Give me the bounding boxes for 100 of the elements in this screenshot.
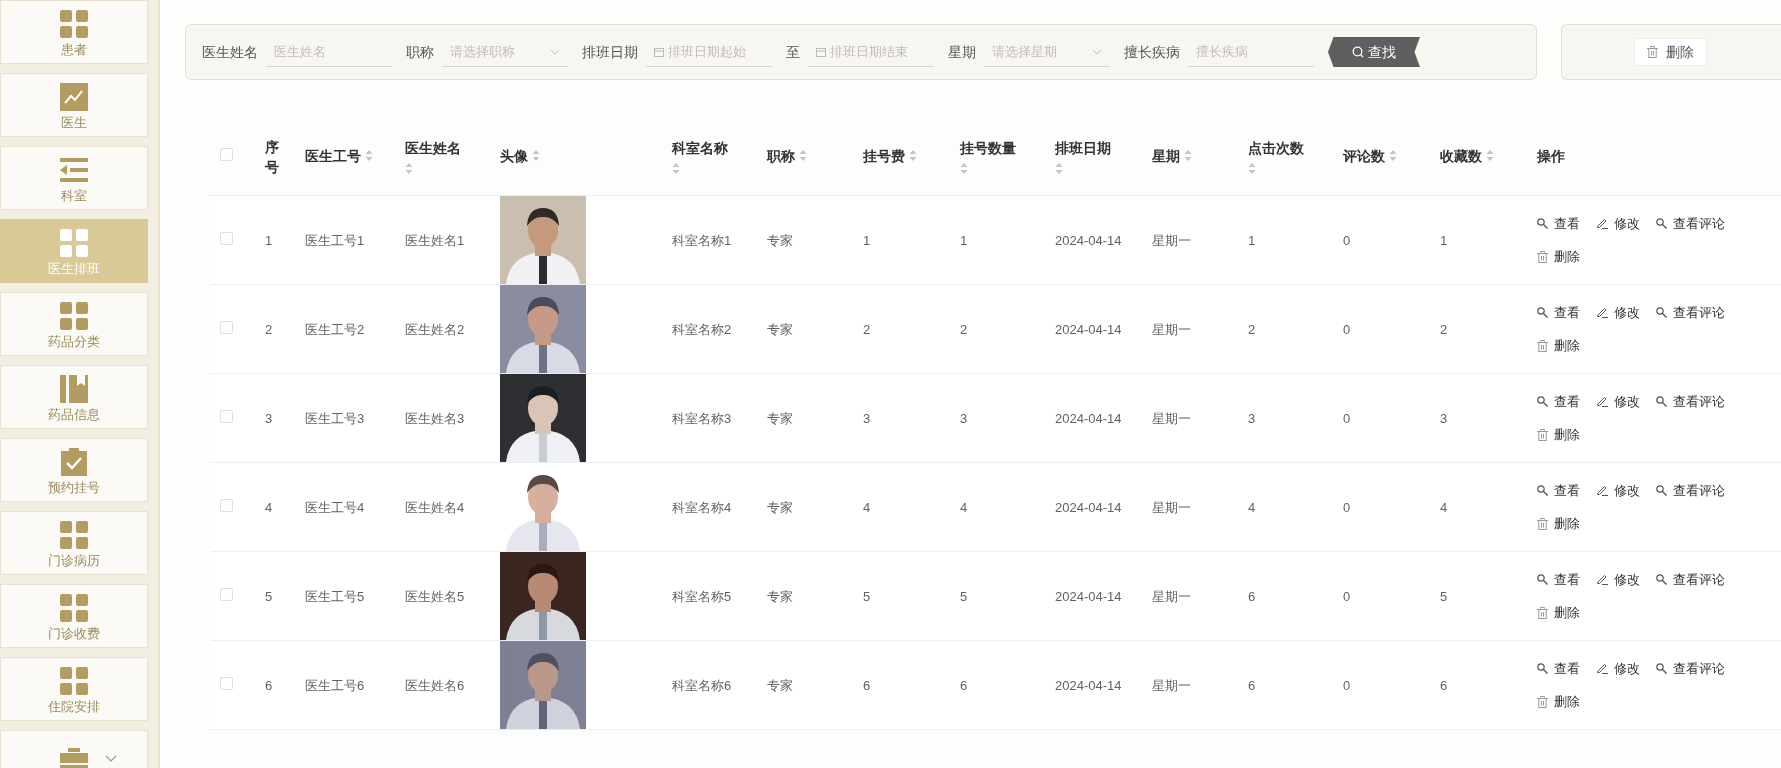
- edit-link[interactable]: 修改: [1596, 658, 1640, 678]
- column-label: 序号: [265, 137, 279, 177]
- trash-icon: [1537, 695, 1548, 708]
- view-link[interactable]: 查看评论: [1656, 391, 1725, 411]
- column-header[interactable]: 医生工号: [305, 145, 373, 166]
- edit-link[interactable]: 修改: [1596, 302, 1640, 322]
- edit-link[interactable]: 修改: [1596, 480, 1640, 500]
- column-header[interactable]: 收藏数: [1440, 145, 1494, 166]
- sort-icon[interactable]: [405, 162, 413, 175]
- view-link[interactable]: 查看评论: [1656, 658, 1725, 678]
- field-label: 医生姓名: [202, 42, 258, 62]
- checkbox[interactable]: [220, 147, 233, 161]
- search-icon: [1537, 484, 1548, 496]
- search-icon: [1537, 306, 1548, 318]
- sort-icon[interactable]: [1184, 149, 1192, 162]
- column-label: 职称: [767, 146, 795, 166]
- checkbox[interactable]: [220, 410, 233, 423]
- table-cell: 5: [1440, 589, 1448, 604]
- grid-icon: [59, 592, 89, 623]
- table-cell: 科室名称2: [672, 322, 732, 337]
- column-header[interactable]: 挂号费: [863, 145, 917, 166]
- column-header[interactable]: 点击次数: [1248, 138, 1304, 175]
- search-icon: [1656, 573, 1667, 585]
- search-icon: [1537, 573, 1548, 585]
- view-link[interactable]: 查看: [1537, 213, 1580, 233]
- delete-link[interactable]: 删除: [1537, 603, 1580, 623]
- edit-link[interactable]: 修改: [1596, 391, 1640, 411]
- sort-icon[interactable]: [1055, 162, 1063, 175]
- view-link[interactable]: 查看: [1537, 302, 1580, 322]
- bookmark-icon: [59, 373, 89, 404]
- sidebar-label: 门诊收费: [48, 626, 100, 640]
- sort-icon[interactable]: [960, 162, 968, 175]
- table-cell: 2: [960, 322, 968, 337]
- trash-icon: [1537, 250, 1548, 263]
- sort-icon[interactable]: [1389, 149, 1397, 162]
- column-header[interactable]: 职称: [767, 145, 807, 166]
- sidebar-label: 医生排班: [48, 261, 100, 275]
- table-cell: 0: [1343, 678, 1351, 693]
- table-cell: 星期一: [1152, 322, 1191, 337]
- column-header[interactable]: 评论数: [1343, 145, 1397, 166]
- sort-icon[interactable]: [1248, 162, 1256, 175]
- delete-link[interactable]: 删除: [1537, 425, 1580, 445]
- table-cell: 6: [1440, 678, 1448, 693]
- view-link[interactable]: 查看: [1537, 391, 1580, 411]
- field-label: 至: [786, 42, 800, 62]
- chevron-down-icon[interactable]: [105, 755, 117, 763]
- column-header[interactable]: 排班日期: [1055, 138, 1111, 175]
- table-cell: 医生姓名4: [405, 500, 465, 515]
- sort-icon[interactable]: [532, 149, 540, 162]
- delete-link[interactable]: 删除: [1537, 336, 1580, 356]
- search-icon: [1656, 662, 1667, 674]
- table-cell: 医生工号3: [305, 411, 365, 426]
- table-cell: 2: [1440, 322, 1448, 337]
- column-label: 头像: [500, 146, 528, 166]
- sort-icon[interactable]: [672, 162, 680, 175]
- table-cell: 1: [863, 233, 871, 248]
- column-header[interactable]: 挂号数量: [960, 138, 1016, 175]
- column-label: 操作: [1537, 146, 1565, 166]
- checkbox[interactable]: [220, 499, 233, 512]
- table-cell: 2024-04-14: [1055, 678, 1122, 693]
- view-link[interactable]: 查看: [1537, 658, 1580, 678]
- table-cell: 科室名称5: [672, 589, 732, 604]
- column-header[interactable]: 头像: [500, 145, 540, 166]
- view-link[interactable]: 查看: [1537, 569, 1580, 589]
- search-icon: [1537, 217, 1548, 229]
- view-link[interactable]: 查看评论: [1656, 480, 1725, 500]
- sort-icon[interactable]: [799, 149, 807, 162]
- checkbox[interactable]: [220, 232, 233, 245]
- checkbox[interactable]: [220, 677, 233, 690]
- table-cell: 3: [265, 411, 273, 426]
- column-header[interactable]: 星期: [1152, 145, 1192, 166]
- column-header[interactable]: 科室名称: [672, 138, 728, 175]
- pencil-icon: [1596, 395, 1608, 408]
- view-link[interactable]: 查看评论: [1656, 569, 1725, 589]
- edit-link[interactable]: 修改: [1596, 213, 1640, 233]
- delete-link[interactable]: 删除: [1537, 692, 1580, 712]
- sidebar-item[interactable]: 医生: [0, 73, 148, 137]
- table-cell: 医生工号5: [305, 589, 365, 604]
- sort-icon[interactable]: [1486, 149, 1494, 162]
- sort-icon[interactable]: [909, 149, 917, 162]
- delete-button[interactable]: 删除: [1634, 38, 1707, 66]
- delete-link[interactable]: 删除: [1537, 247, 1580, 267]
- column-header[interactable]: 医生姓名: [405, 138, 461, 175]
- view-link[interactable]: 查看评论: [1656, 213, 1725, 233]
- table-cell: 医生工号6: [305, 678, 365, 693]
- delete-link[interactable]: 删除: [1537, 514, 1580, 534]
- checkbox[interactable]: [220, 321, 233, 334]
- checkbox[interactable]: [220, 588, 233, 601]
- view-link[interactable]: 查看评论: [1656, 302, 1725, 322]
- table-cell: 4: [265, 500, 273, 515]
- view-link[interactable]: 查看: [1537, 480, 1580, 500]
- search-icon: [1352, 46, 1364, 58]
- table-cell: 专家: [767, 233, 793, 248]
- sidebar-label: 患者: [61, 42, 87, 56]
- edit-link[interactable]: 修改: [1596, 569, 1640, 589]
- search-button[interactable]: 查找: [1328, 37, 1420, 67]
- field-label: 职称: [406, 42, 434, 62]
- column-label: 点击次数: [1248, 139, 1304, 158]
- sort-icon[interactable]: [365, 149, 373, 162]
- grid-icon: [59, 665, 89, 696]
